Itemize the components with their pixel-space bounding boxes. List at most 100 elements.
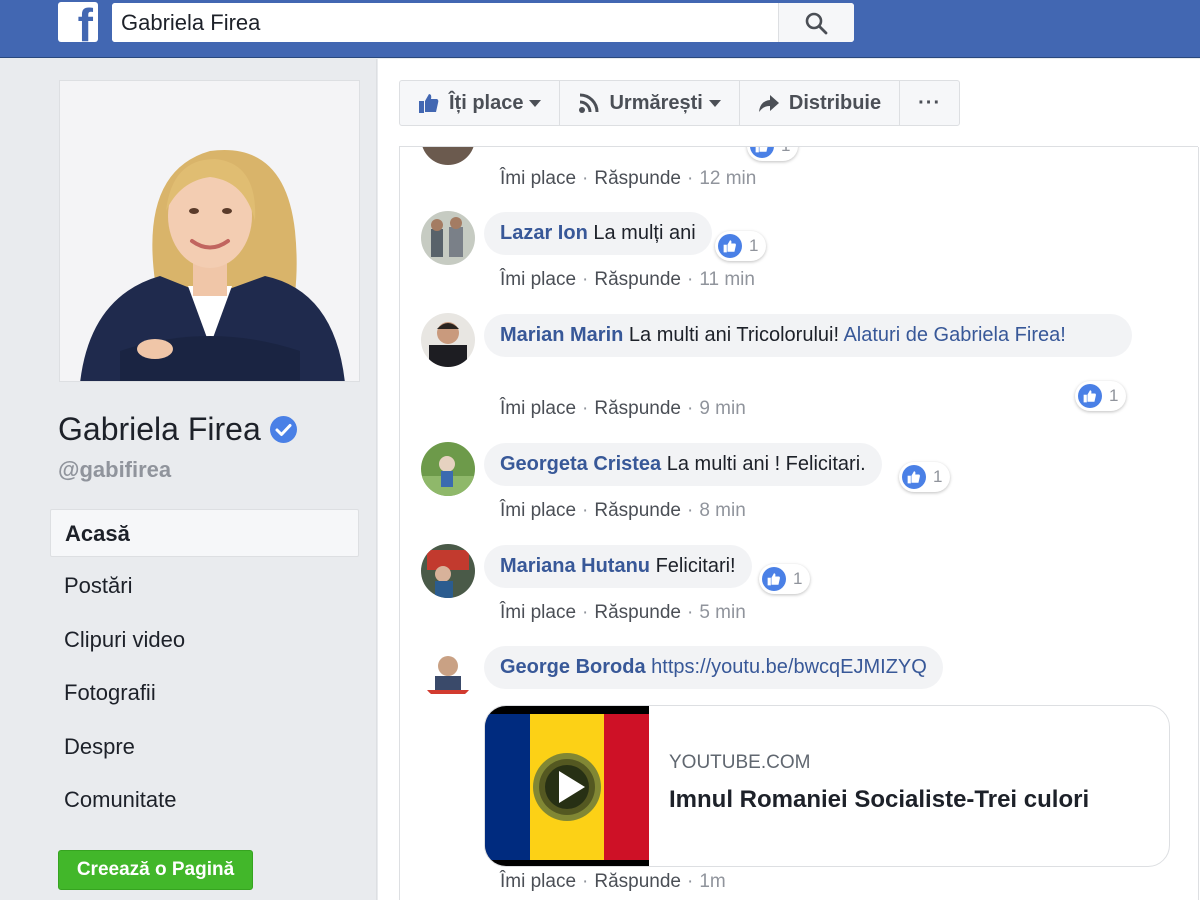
search-icon [805, 12, 828, 35]
comment-author[interactable]: Marian Marin [500, 324, 623, 346]
nav-item-videos[interactable]: Clipuri video [50, 616, 359, 670]
comment-meta: Îmi place · Răspunde · 5 min [500, 602, 746, 624]
nav-item-community[interactable]: Comunitate [50, 776, 359, 830]
facebook-logo-icon[interactable]: f [58, 2, 98, 42]
comment-link[interactable]: https://youtu.be/bwcqEJMIZYQ [651, 656, 927, 678]
verified-badge-icon [269, 416, 297, 443]
comment-time[interactable]: 1m [699, 871, 725, 892]
separator-dot: · [582, 500, 589, 521]
link-domain: YOUTUBE.COM [669, 752, 811, 773]
nav-item-home[interactable]: Acasă [50, 509, 359, 557]
comment-reactions[interactable]: 1 [899, 462, 951, 492]
rss-icon [579, 93, 599, 113]
search-input[interactable] [112, 3, 778, 42]
comment-reply-link[interactable]: Răspunde [594, 602, 681, 623]
comment-time[interactable]: 9 min [699, 398, 745, 419]
reaction-count: 1 [749, 236, 759, 255]
comment-bubble: George Boroda https://youtu.be/bwcqEJMIZ… [484, 646, 943, 689]
comment-like-link[interactable]: Îmi place [500, 500, 576, 521]
more-options-button[interactable]: ··· [900, 81, 959, 125]
more-options-icon: ··· [918, 91, 942, 114]
search-box [112, 3, 854, 42]
follow-button[interactable]: Urmărești [560, 81, 740, 125]
follow-label: Urmărești [609, 91, 703, 114]
comment-reactions[interactable]: 1 [1075, 381, 1127, 411]
comment-author[interactable]: George Boroda [500, 656, 646, 678]
nav-item-photos[interactable]: Fotografii [50, 669, 359, 723]
page-sidebar: Gabriela Firea @gabifirea Acasă Postări … [0, 59, 377, 900]
comment-reply-link[interactable]: Răspunde [594, 398, 681, 419]
video-thumbnail[interactable] [485, 706, 649, 866]
comment-reactions[interactable]: 1 [747, 147, 799, 161]
comment-avatar[interactable] [421, 211, 475, 265]
comment-author[interactable]: Georgeta Cristea [500, 453, 661, 475]
comment-reactions[interactable]: 1 [759, 564, 811, 594]
nav-item-posts[interactable]: Postări [50, 562, 359, 616]
separator-dot: · [686, 500, 694, 521]
main-content: Îți place Urmărești Distribuie ··· Îmi p… [378, 59, 1200, 900]
nav-item-about[interactable]: Despre [50, 723, 359, 777]
comment-like-link[interactable]: Îmi place [500, 871, 576, 892]
chevron-down-icon [708, 99, 721, 107]
comment-avatar[interactable] [421, 147, 475, 165]
share-label: Distribuie [788, 91, 882, 114]
comments-list: 1 Îmi place·Răspunde·12 min Lazar Ion La… [399, 147, 1199, 900]
link-title[interactable]: Imnul Romaniei Socialiste-Trei culori [669, 786, 1089, 814]
comment-bubble: Marian Marin La multi ani Tricolorului! … [484, 314, 1132, 357]
comment-avatar[interactable] [421, 313, 475, 367]
comment-text: Felicitari! [655, 555, 736, 577]
comment-like-link[interactable]: Îmi place [500, 602, 576, 623]
link-preview-card[interactable]: YOUTUBE.COM Imnul Romaniei Socialiste-Tr… [484, 705, 1170, 867]
comment-meta: Îmi place · Răspunde · 9 min [500, 398, 746, 420]
separator-dot: · [582, 398, 589, 419]
comment-meta: Îmi place · Răspunde · 12 min [500, 168, 756, 190]
separator-dot: · [582, 269, 589, 290]
page-action-bar: Îți place Urmărești Distribuie ··· [399, 80, 961, 126]
like-page-label: Îți place [449, 91, 524, 114]
separator-dot: · [686, 602, 694, 623]
like-reaction-icon [1078, 384, 1102, 408]
comment-meta: Îmi place · Răspunde · 8 min [500, 500, 746, 522]
comment-like-link[interactable]: Îmi place [500, 398, 576, 419]
comment-text: La mulți ani [593, 222, 696, 244]
comment-avatar[interactable] [421, 442, 475, 496]
comment-text: La multi ani Tricolorului! [628, 324, 840, 346]
comment-time[interactable]: 12 min [699, 168, 756, 189]
like-reaction-icon [762, 567, 786, 591]
separator-dot: · [686, 398, 694, 419]
comment-reactions[interactable]: 1 [715, 231, 767, 261]
like-page-button[interactable]: Îți place [400, 81, 561, 125]
comment-meta: Îmi place · Răspunde · 1m [500, 871, 726, 893]
separator-dot: · [582, 168, 589, 189]
comment-time[interactable]: 11 min [699, 269, 755, 290]
comment-author[interactable]: Lazar Ion [500, 222, 588, 244]
top-navigation-bar: f [0, 0, 1200, 58]
play-icon[interactable] [543, 761, 595, 813]
comment-time[interactable]: 8 min [699, 500, 745, 521]
comment-like-link[interactable]: Îmi place [500, 168, 576, 189]
chevron-down-icon [529, 99, 542, 107]
page-navigation: Acasă Postări Clipuri video Fotografii D… [50, 509, 359, 830]
comment-time[interactable]: 5 min [699, 602, 745, 623]
comment-author[interactable]: Mariana Hutanu [500, 555, 650, 577]
comment-reply-link[interactable]: Răspunde [594, 269, 681, 290]
like-reaction-icon [718, 234, 742, 258]
separator-dot: · [686, 871, 694, 892]
comment-like-link[interactable]: Îmi place [500, 269, 576, 290]
create-page-button[interactable]: Creează o Pagină [58, 850, 253, 890]
comment-bubble: Georgeta Cristea La multi ani ! Felicita… [484, 443, 882, 486]
comment-reply-link[interactable]: Răspunde [594, 168, 681, 189]
comment-reply-link[interactable]: Răspunde [594, 871, 681, 892]
comment-reply-link[interactable]: Răspunde [594, 500, 681, 521]
comment-meta: Îmi place · Răspunde · 11 min [500, 269, 755, 291]
share-arrow-icon [758, 95, 779, 112]
profile-picture[interactable] [59, 80, 360, 382]
comment-avatar[interactable] [421, 544, 475, 598]
search-button[interactable] [778, 3, 854, 42]
share-button[interactable]: Distribuie [740, 81, 901, 125]
separator-dot: · [582, 602, 589, 623]
comment-link[interactable]: Alaturi de Gabriela Firea! [843, 324, 1065, 346]
page-handle[interactable]: @gabifirea [58, 457, 171, 483]
comment-bubble: Lazar Ion La mulți ani [484, 212, 712, 255]
comment-avatar[interactable] [421, 646, 475, 700]
